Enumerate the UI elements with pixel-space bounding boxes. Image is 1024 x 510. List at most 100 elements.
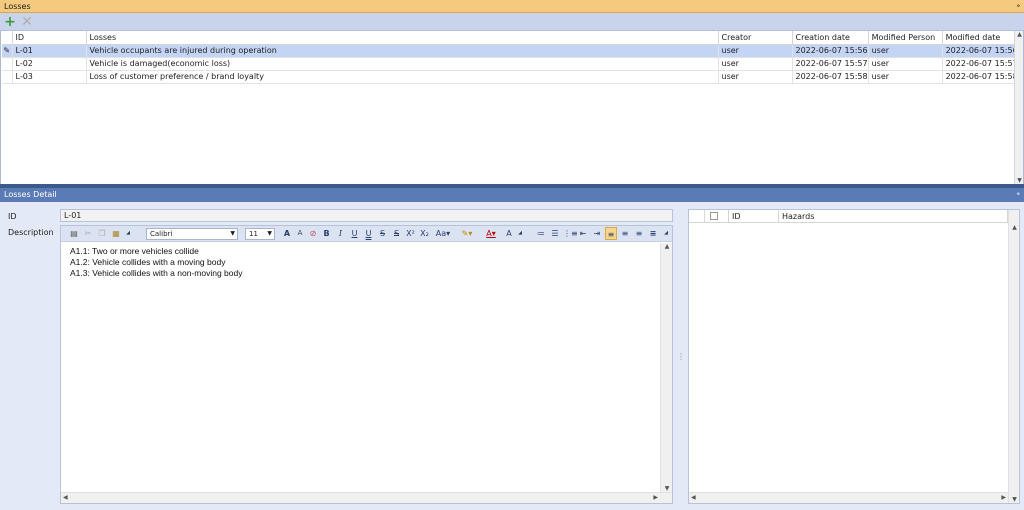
- cell-loss[interactable]: Vehicle occupants are injured during ope…: [86, 44, 719, 58]
- description-line: A1.1: Two or more vehicles collide: [70, 246, 199, 256]
- cell-id[interactable]: L-02: [12, 57, 87, 71]
- numbered-list-icon[interactable]: ≔: [535, 227, 547, 240]
- column-header-modified-date[interactable]: Modified date: [942, 31, 1019, 45]
- grid-vertical-scrollbar[interactable]: ▲ ▼: [1014, 31, 1023, 184]
- font-size-select[interactable]: 11 ▼: [245, 228, 275, 240]
- underline-icon[interactable]: U: [349, 227, 360, 240]
- scroll-left-icon[interactable]: ◀: [691, 493, 696, 503]
- scroll-right-icon[interactable]: ▶: [653, 493, 658, 503]
- clipboard-more-icon[interactable]: ◢: [124, 227, 132, 240]
- cell-creation-date[interactable]: 2022-06-07 15:56: [792, 44, 869, 58]
- bold-icon[interactable]: B: [321, 227, 332, 240]
- cell-modified-person[interactable]: user: [868, 57, 943, 71]
- cell-modified-person[interactable]: user: [868, 44, 943, 58]
- grow-font-icon[interactable]: A: [281, 227, 293, 240]
- bullet-list-icon[interactable]: ☰: [549, 227, 561, 240]
- double-underline-icon[interactable]: U: [363, 227, 374, 240]
- scroll-right-icon[interactable]: ▶: [1001, 493, 1006, 503]
- delete-loss-button[interactable]: ✕: [19, 13, 35, 31]
- row-indicator: [2, 57, 13, 71]
- font-size-value: 11: [249, 230, 258, 238]
- italic-icon[interactable]: I: [335, 227, 346, 240]
- row-indicator-header: [2, 31, 13, 45]
- description-rich-text-editor[interactable]: ▤ ✂ ❐ ▦ ◢ Calibri ▼ 11 ▼ A A ⊘ B I U U S…: [60, 225, 673, 504]
- cell-loss[interactable]: Vehicle is damaged(economic loss): [86, 57, 719, 71]
- font-name-select[interactable]: Calibri ▼: [146, 228, 238, 240]
- checkbox-icon: [710, 212, 718, 220]
- cell-modified-date[interactable]: 2022-06-07 15:57: [942, 57, 1019, 71]
- scroll-down-icon[interactable]: ▼: [661, 485, 673, 492]
- font-dialog-icon[interactable]: A: [504, 227, 514, 240]
- cell-creator[interactable]: user: [718, 57, 793, 71]
- column-header-creator[interactable]: Creator: [718, 31, 793, 45]
- losses-grid: ID Losses Creator Creation date Modified…: [0, 31, 1024, 184]
- table-row[interactable]: L-02 Vehicle is damaged(economic loss) u…: [2, 57, 1019, 71]
- cell-modified-person[interactable]: user: [868, 70, 943, 84]
- scroll-up-icon[interactable]: ▲: [1015, 31, 1024, 38]
- paste-icon[interactable]: ▤: [69, 227, 79, 240]
- cell-creator[interactable]: user: [718, 44, 793, 58]
- font-color-icon[interactable]: A▾: [481, 227, 501, 240]
- select-all-checkbox[interactable]: [705, 210, 729, 223]
- font-more-icon[interactable]: ◢: [516, 227, 524, 240]
- column-header-hazards[interactable]: Hazards: [779, 210, 1008, 223]
- column-header-losses[interactable]: Losses: [86, 31, 719, 45]
- superscript-icon[interactable]: X²: [405, 227, 416, 240]
- scroll-up-icon[interactable]: ▲: [1009, 224, 1020, 231]
- increase-indent-icon[interactable]: ⇥: [591, 227, 603, 240]
- cut-icon[interactable]: ✂: [83, 227, 93, 240]
- decrease-indent-icon[interactable]: ⇤: [577, 227, 589, 240]
- strikethrough-icon[interactable]: S: [377, 227, 388, 240]
- subscript-icon[interactable]: X₂: [419, 227, 430, 240]
- cell-modified-date[interactable]: 2022-06-07 15:58: [942, 70, 1019, 84]
- highlight-color-icon[interactable]: ✎▾: [457, 227, 477, 240]
- multilevel-list-icon[interactable]: ⋮≡: [563, 227, 578, 240]
- shrink-font-icon[interactable]: A: [294, 227, 306, 240]
- pin-icon[interactable]: ॰: [1017, 0, 1020, 13]
- column-header-modified-person[interactable]: Modified Person: [868, 31, 943, 45]
- cell-modified-date[interactable]: 2022-06-07 15:56: [942, 44, 1019, 58]
- cell-creation-date[interactable]: 2022-06-07 15:58: [792, 70, 869, 84]
- add-loss-button[interactable]: +: [2, 13, 18, 31]
- column-header-creation-date[interactable]: Creation date: [792, 31, 869, 45]
- paste-special-icon[interactable]: ▦: [111, 227, 121, 240]
- double-strikethrough-icon[interactable]: S: [391, 227, 402, 240]
- cell-loss[interactable]: Loss of customer preference / brand loya…: [86, 70, 719, 84]
- table-row[interactable]: ✎ L-01 Vehicle occupants are injured dur…: [2, 44, 1019, 58]
- paragraph-more-icon[interactable]: ◢: [662, 227, 670, 240]
- rich-text-toolbar: ▤ ✂ ❐ ▦ ◢ Calibri ▼ 11 ▼ A A ⊘ B I U U S…: [61, 226, 672, 242]
- justify-icon[interactable]: ≡: [647, 227, 659, 240]
- row-indicator-header: [689, 210, 705, 223]
- hazards-horizontal-scrollbar[interactable]: ◀ ▶: [689, 492, 1008, 503]
- scroll-left-icon[interactable]: ◀: [63, 493, 68, 503]
- column-header-id[interactable]: ID: [12, 31, 87, 45]
- hazards-vertical-scrollbar[interactable]: ▲ ▼: [1008, 210, 1019, 503]
- grid-header-row: ID Losses Creator Creation date Modified…: [2, 31, 1019, 45]
- cell-creation-date[interactable]: 2022-06-07 15:57: [792, 57, 869, 71]
- column-header-hazard-id[interactable]: ID: [729, 210, 779, 223]
- copy-icon[interactable]: ❐: [97, 227, 107, 240]
- scroll-up-icon[interactable]: ▲: [661, 243, 673, 250]
- pin-icon[interactable]: ॰: [1017, 188, 1020, 202]
- cell-creator[interactable]: user: [718, 70, 793, 84]
- chevron-down-icon: ▼: [267, 230, 272, 237]
- vertical-splitter-grip-icon[interactable]: ⋮: [677, 352, 685, 361]
- scroll-down-icon[interactable]: ▼: [1009, 496, 1020, 503]
- table-row[interactable]: L-03 Loss of customer preference / brand…: [2, 70, 1019, 84]
- description-label: Description: [8, 228, 54, 237]
- clear-formatting-icon[interactable]: ⊘: [307, 227, 319, 240]
- font-name-value: Calibri: [150, 230, 173, 238]
- align-center-icon[interactable]: ≡: [619, 227, 631, 240]
- cell-id[interactable]: L-01: [12, 44, 87, 58]
- change-case-icon[interactable]: Aa▾: [433, 227, 453, 240]
- description-line: A1.2: Vehicle collides with a moving bod…: [70, 257, 226, 267]
- cell-id[interactable]: L-03: [12, 70, 87, 84]
- description-content[interactable]: A1.1: Two or more vehicles collide A1.2:…: [61, 243, 659, 492]
- align-left-icon[interactable]: ≡: [605, 227, 617, 240]
- align-right-icon[interactable]: ≡: [633, 227, 645, 240]
- id-field[interactable]: L-01: [60, 209, 673, 222]
- editor-horizontal-scrollbar[interactable]: ◀ ▶: [61, 492, 672, 503]
- scroll-down-icon[interactable]: ▼: [1015, 177, 1024, 184]
- editor-vertical-scrollbar[interactable]: ▲ ▼: [660, 243, 672, 492]
- row-indicator: [2, 70, 13, 84]
